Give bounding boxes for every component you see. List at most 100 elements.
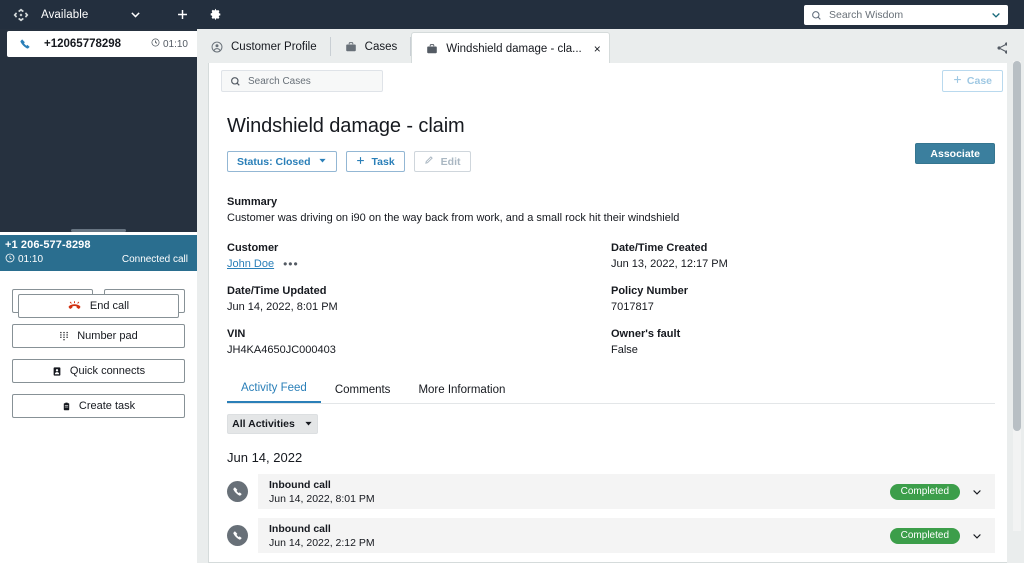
chevron-down-icon[interactable] (971, 486, 983, 498)
tab-cases[interactable]: Cases (331, 29, 412, 64)
plus-icon[interactable] (174, 6, 190, 24)
field-date-updated-value: Jun 14, 2022, 8:01 PM (227, 301, 338, 313)
phone-icon (227, 525, 248, 546)
phone-icon (19, 38, 31, 50)
connected-call-bar: +1 206-577-8298 01:10 Connected call (0, 235, 197, 271)
page-scrollbar-thumb[interactable] (1013, 61, 1021, 431)
agent-status-label: Available (41, 8, 89, 21)
edit-button[interactable]: Edit (413, 151, 471, 172)
case-action-bar: Status: Closed Task Edit (227, 151, 995, 172)
tab-customer-profile[interactable]: Customer Profile (197, 29, 331, 64)
active-contact-card[interactable]: +12065778298 01:10 (7, 31, 197, 57)
activity-row[interactable]: Inbound call Jun 14, 2022, 8:01 PM Compl… (227, 474, 995, 509)
briefcase-icon (426, 43, 438, 55)
status-dropdown-button[interactable]: Status: Closed (227, 151, 337, 172)
activity-row-texts: Inbound call Jun 14, 2022, 8:01 PM (269, 479, 375, 505)
case-field-column-right: Date/Time Created Jun 13, 2022, 12:17 PM… (611, 242, 995, 356)
contact-timer: 01:10 (151, 38, 188, 50)
wisdom-dropdown-chevron-icon[interactable] (990, 9, 1002, 21)
subtab-comments[interactable]: Comments (321, 384, 405, 403)
customer-more-options-icon[interactable]: ••• (283, 258, 299, 270)
tab-windshield-damage-claim-label: Windshield damage - cla... (446, 42, 582, 55)
activity-row[interactable]: Inbound call Jun 14, 2022, 2:12 PM Compl… (227, 518, 995, 553)
associate-button[interactable]: Associate (915, 143, 995, 164)
search-cases-placeholder: Search Cases (248, 75, 311, 87)
customer-link[interactable]: John Doe (227, 258, 274, 270)
search-cases-input[interactable]: Search Cases (221, 70, 383, 92)
summary-text: Customer was driving on i90 on the way b… (227, 212, 680, 224)
field-vin: VIN JH4KA4650JC000403 (227, 328, 611, 356)
field-date-updated: Date/Time Updated Jun 14, 2022, 8:01 PM (227, 285, 611, 313)
activity-row-timestamp: Jun 14, 2022, 8:01 PM (269, 492, 375, 505)
end-call-icon (68, 300, 81, 313)
app-root: Available Search Wisdom +12065778298 01:… (0, 0, 1024, 563)
activity-row-body: Inbound call Jun 14, 2022, 8:01 PM Compl… (258, 474, 995, 509)
chevron-down-icon[interactable] (126, 6, 144, 24)
page-scrollbar[interactable] (1007, 29, 1024, 563)
gear-icon[interactable] (207, 6, 223, 24)
search-icon (230, 76, 241, 87)
add-task-button[interactable]: Task (345, 151, 405, 172)
chevron-down-icon (304, 419, 313, 430)
summary-block: Summary Customer was driving on i90 on t… (227, 196, 995, 224)
field-policy-number-label: Policy Number (611, 285, 689, 297)
top-bar: Available Search Wisdom (0, 0, 1024, 29)
end-call-button[interactable]: End call (18, 294, 179, 318)
activity-filter-label: All Activities (232, 418, 295, 430)
activity-row-title: Inbound call (269, 478, 331, 491)
activity-row-right: Completed (889, 483, 983, 500)
subtab-more-information-label: More Information (418, 384, 506, 396)
dialpad-icon (59, 330, 69, 342)
case-panel-header: Search Cases Case (209, 63, 1013, 99)
ccp-panel: +12065778298 01:10 +1 206-577-8298 01:10… (0, 29, 197, 563)
activity-filter-dropdown[interactable]: All Activities (227, 414, 318, 434)
field-policy-number-value: 7017817 (611, 301, 654, 313)
field-customer-label: Customer (227, 242, 279, 254)
clock-icon (151, 38, 160, 50)
case-field-column-left: Customer John Doe ••• Date/Time Updated … (227, 242, 611, 356)
field-customer: Customer John Doe ••• (227, 242, 611, 270)
close-icon[interactable]: × (594, 43, 601, 55)
field-customer-value-row: John Doe ••• (227, 258, 611, 270)
field-owners-fault: Owner's fault False (611, 328, 995, 356)
subtab-more-information[interactable]: More Information (404, 384, 519, 403)
field-vin-label: VIN (227, 328, 246, 340)
page-title: Windshield damage - claim (227, 115, 465, 137)
activity-row-texts: Inbound call Jun 14, 2022, 2:12 PM (269, 523, 375, 549)
tab-strip: Customer Profile Cases Windshield damage… (197, 29, 1024, 64)
activity-row-body: Inbound call Jun 14, 2022, 2:12 PM Compl… (258, 518, 995, 553)
tab-customer-profile-label: Customer Profile (231, 40, 317, 53)
connected-phone-number: +1 206-577-8298 (5, 239, 91, 251)
chevron-down-icon[interactable] (971, 530, 983, 542)
tab-windshield-damage-claim[interactable]: Windshield damage - cla... × (411, 32, 610, 64)
main-area: Customer Profile Cases Windshield damage… (197, 29, 1024, 563)
user-circle-icon (211, 41, 223, 53)
plus-icon (953, 75, 962, 87)
create-task-button[interactable]: Create task (12, 394, 185, 418)
top-bar-left-group: Available (0, 0, 223, 29)
pencil-icon (424, 155, 434, 168)
quick-connects-button[interactable]: Quick connects (12, 359, 185, 383)
activity-row-right: Completed (889, 527, 983, 544)
number-pad-button[interactable]: Number pad (12, 324, 185, 348)
create-task-button-label: Create task (78, 400, 136, 412)
field-date-updated-label: Date/Time Updated (227, 285, 327, 297)
associate-button-label: Associate (930, 147, 980, 160)
plus-icon (356, 156, 365, 168)
connected-state-label: Connected call (121, 254, 188, 265)
end-call-button-label: End call (89, 300, 130, 312)
case-panel: Search Cases Case Windshield damage - cl… (208, 63, 1014, 563)
add-case-button[interactable]: Case (941, 70, 1003, 92)
ccp-resize-handle[interactable] (71, 229, 126, 232)
contact-phone-number: +12065778298 (44, 38, 122, 50)
clock-icon (5, 253, 15, 266)
summary-label: Summary (227, 196, 278, 208)
add-case-button-label: Case (966, 75, 992, 87)
ccp-dark-region (0, 29, 197, 232)
connect-cloud-icon (12, 6, 30, 24)
phone-icon (227, 481, 248, 502)
subtab-activity-feed[interactable]: Activity Feed (227, 382, 321, 403)
contact-card-icon (52, 366, 62, 377)
wisdom-search-box[interactable]: Search Wisdom (804, 5, 1008, 25)
field-owners-fault-value: False (611, 344, 638, 356)
